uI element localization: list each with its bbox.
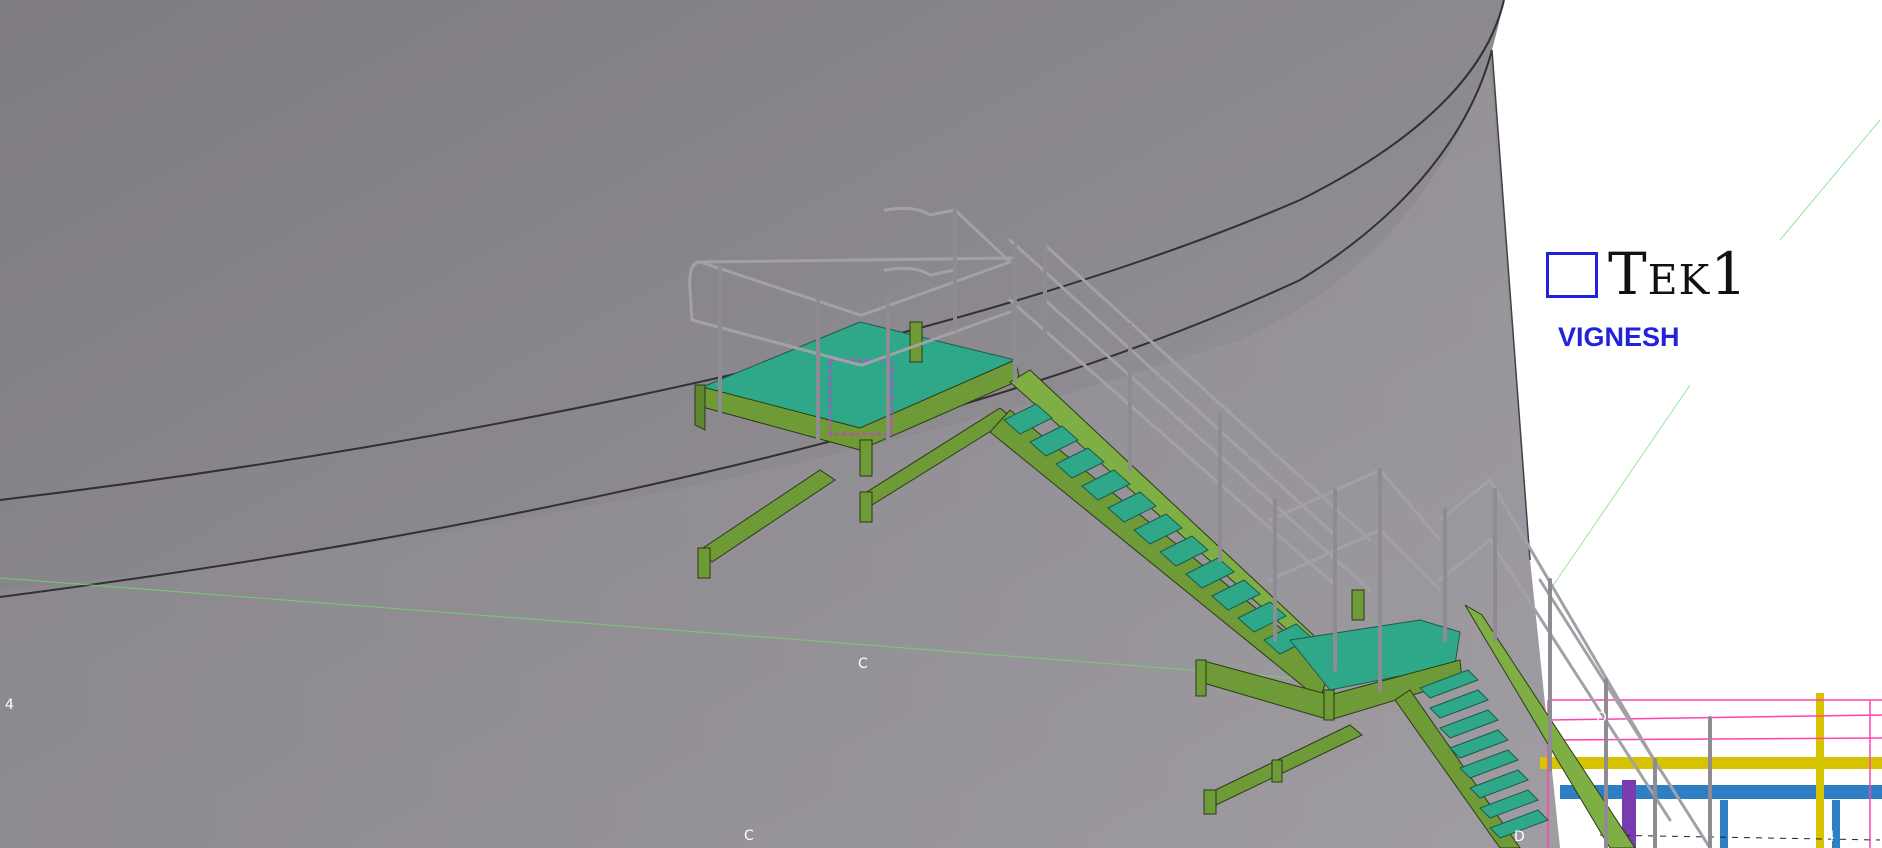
upper-platform-frame-side: [694, 384, 706, 431]
logo-square-icon: [1546, 252, 1598, 298]
logo-user-name: VIGNESH: [1558, 322, 1680, 352]
grid-label-c-mid: C: [858, 656, 868, 672]
tek1-watermark: Tek1 VIGNESH: [1546, 244, 1806, 364]
structure-blue-beam: [1560, 785, 1882, 799]
grid-label-4-left: 4: [5, 697, 14, 713]
logo-brand-text: Tek1: [1608, 240, 1749, 308]
structure-pink-line-3: [1547, 737, 1882, 741]
grid-label-4-bottom-right: 4: [1826, 829, 1835, 845]
grid-line-diag-lower: [1549, 384, 1691, 591]
structure-blue-post: [1720, 800, 1728, 848]
grid-label-c-bottom: C: [744, 828, 754, 844]
grid-line-diag-upper: [1779, 119, 1881, 241]
grid-label-d-bottom: D: [1514, 829, 1525, 845]
grid-label-d-right: D: [1596, 710, 1607, 726]
cad-3d-viewport[interactable]: 4 C C D D 4 Tek1 VIGNESH: [0, 0, 1882, 848]
